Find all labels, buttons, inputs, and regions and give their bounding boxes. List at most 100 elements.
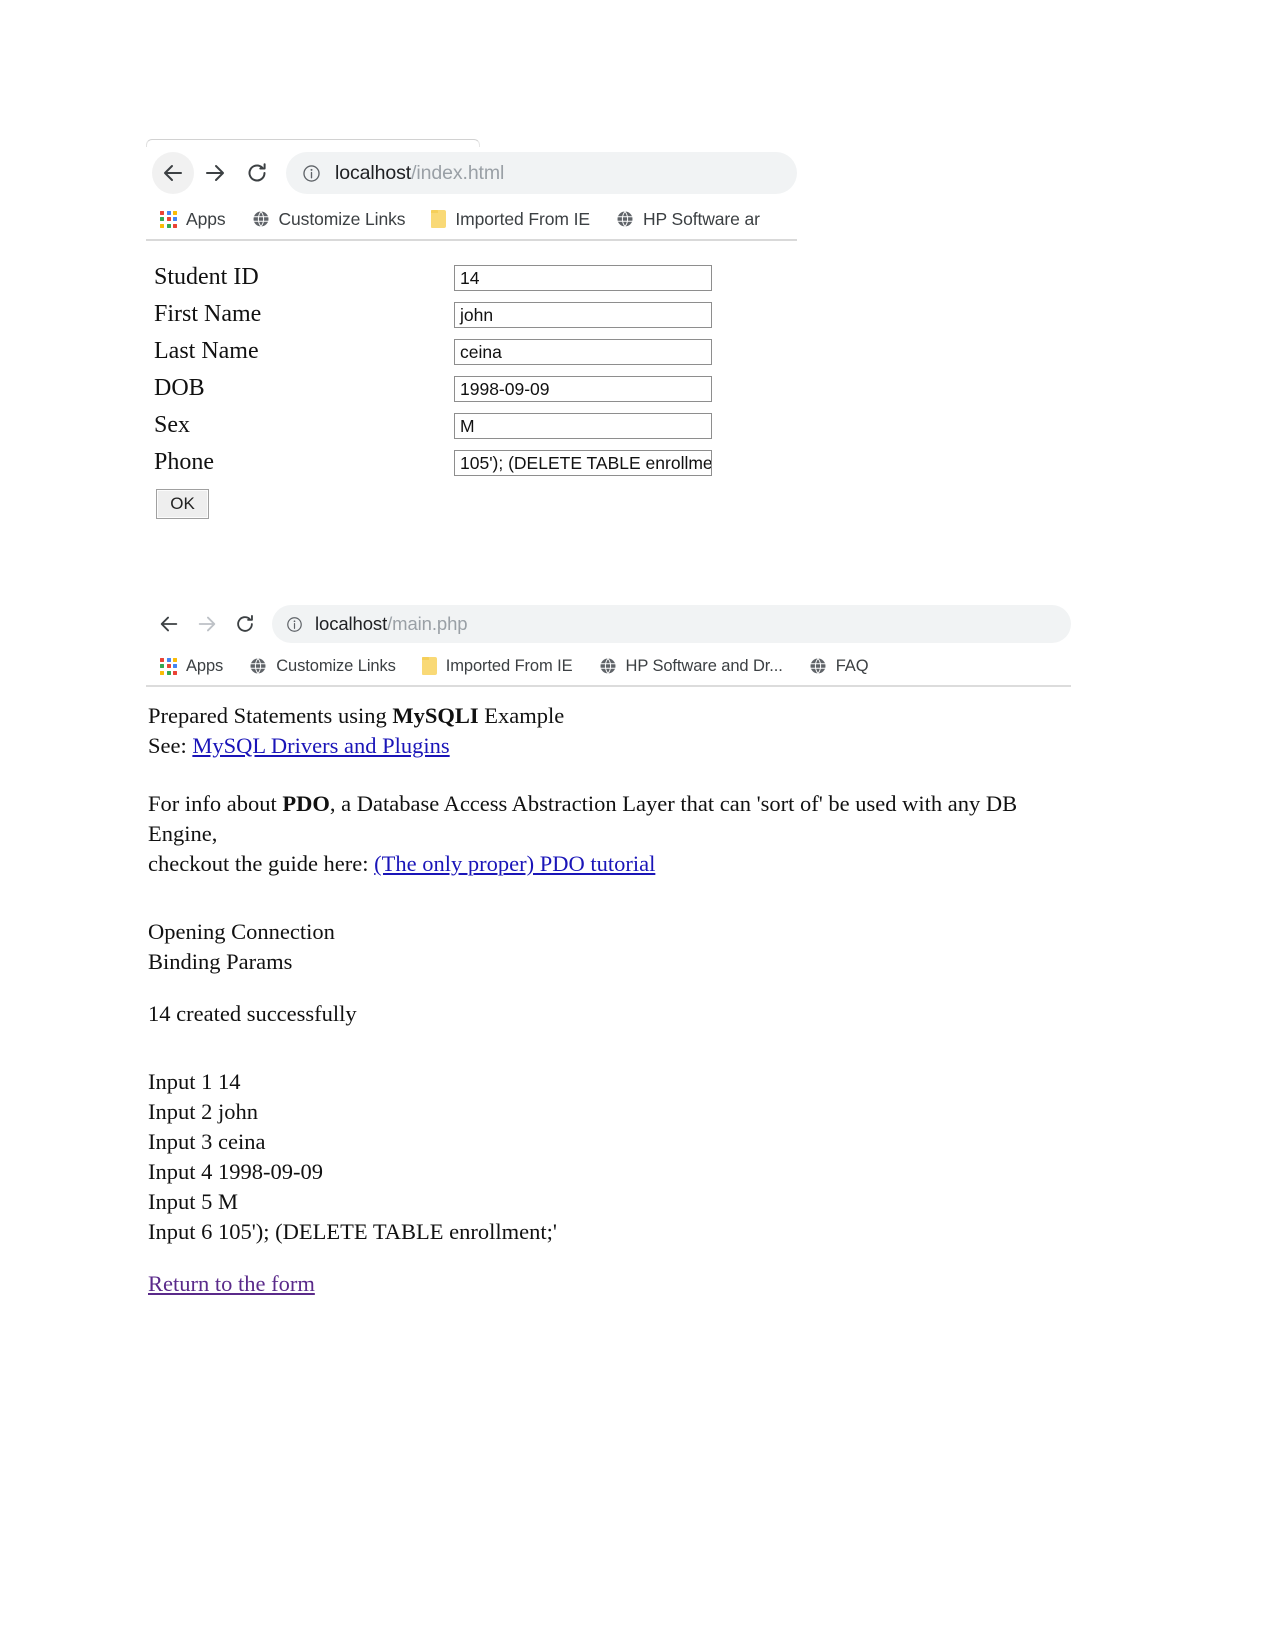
bookmark-label: FAQ bbox=[835, 656, 869, 675]
form-row-dob: DOB 1998-09-09 bbox=[154, 370, 797, 407]
info-circle-icon bbox=[303, 164, 320, 182]
browser-screenshot-index-html: localhost/index.html Apps Customize Link… bbox=[146, 139, 797, 519]
label-student-id: Student ID bbox=[154, 264, 259, 290]
bookmark-hp-software[interactable]: HP Software and Dr... bbox=[599, 657, 783, 676]
reload-button[interactable] bbox=[226, 605, 264, 643]
address-bar[interactable]: localhost/index.html bbox=[286, 152, 797, 194]
bookmark-label: Apps bbox=[186, 656, 224, 675]
bookmark-faq[interactable]: FAQ bbox=[809, 657, 869, 676]
form-row-last-name: Last Name ceina bbox=[154, 333, 797, 370]
browser-toolbar: localhost/main.php bbox=[146, 601, 1071, 647]
bookmark-hp-software[interactable]: HP Software ar bbox=[616, 209, 760, 230]
pdo-bold: PDO bbox=[282, 791, 330, 816]
bookmark-customize-links[interactable]: Customize Links bbox=[249, 657, 396, 676]
form-row-student-id: Student ID 14 bbox=[154, 259, 797, 296]
reload-icon bbox=[248, 163, 266, 182]
bookmark-label: Customize Links bbox=[278, 208, 406, 229]
ok-button[interactable]: OK bbox=[156, 489, 209, 519]
arrow-left-icon bbox=[164, 165, 182, 181]
globe-icon bbox=[617, 211, 633, 227]
arrow-left-icon bbox=[160, 616, 178, 632]
sex-input[interactable]: M bbox=[454, 412, 712, 439]
globe-icon bbox=[810, 658, 826, 674]
bookmark-label: Customize Links bbox=[276, 656, 396, 675]
apps-grid-icon bbox=[160, 210, 177, 228]
dob-input[interactable]: 1998-09-09 bbox=[454, 375, 712, 402]
pdo-pre: For info about bbox=[148, 791, 283, 816]
bookmark-label: Imported From IE bbox=[445, 656, 573, 675]
url-path: /index.html bbox=[411, 161, 505, 184]
first-name-input[interactable]: john bbox=[454, 301, 712, 328]
address-bar-text: localhost/main.php bbox=[315, 613, 468, 635]
bookmark-apps[interactable]: Apps bbox=[160, 657, 223, 676]
arrow-right-icon bbox=[198, 616, 216, 632]
reload-button[interactable] bbox=[236, 152, 278, 194]
address-bar[interactable]: localhost/main.php bbox=[272, 605, 1071, 643]
bookmark-imported-from-ie[interactable]: Imported From IE bbox=[421, 656, 573, 676]
pdo-line2-pre: checkout the guide here: bbox=[148, 851, 375, 876]
address-bar-text: localhost/index.html bbox=[335, 162, 504, 185]
input-echo-line: Input 6 105'); (DELETE TABLE enrollment;… bbox=[148, 1219, 557, 1244]
bookmark-imported-from-ie[interactable]: Imported From IE bbox=[431, 209, 590, 230]
mysql-drivers-link[interactable]: MySQL Drivers and Plugins bbox=[192, 733, 449, 758]
forward-button[interactable] bbox=[194, 152, 236, 194]
heading-mysqli: MySQLI bbox=[392, 703, 479, 728]
info-circle-icon bbox=[287, 616, 302, 632]
arrow-right-icon bbox=[206, 165, 224, 181]
label-dob: DOB bbox=[154, 375, 205, 401]
heading-prepared-statements: Prepared Statements using MySQLI Example bbox=[148, 701, 1071, 731]
form-row-sex: Sex M bbox=[154, 407, 797, 444]
phone-input[interactable]: 105'); (DELETE TABLE enrollment;' bbox=[454, 449, 712, 476]
url-host: localhost bbox=[315, 613, 388, 634]
status-opening-connection: Opening Connection bbox=[148, 919, 335, 944]
heading-pre: Prepared Statements using bbox=[148, 703, 393, 728]
last-name-input[interactable]: ceina bbox=[454, 338, 712, 365]
status-created-message: 14 created successfully bbox=[148, 1001, 357, 1026]
student-form: Student ID 14 First Name john Last Name … bbox=[146, 241, 797, 519]
globe-icon bbox=[600, 658, 616, 674]
bookmark-customize-links[interactable]: Customize Links bbox=[252, 208, 406, 230]
apps-grid-icon bbox=[160, 657, 177, 675]
input-echo-line: Input 5 M bbox=[148, 1189, 238, 1214]
folder-icon bbox=[421, 657, 437, 675]
url-host: localhost bbox=[335, 161, 412, 184]
back-button[interactable] bbox=[152, 152, 194, 194]
scanned-document-page: localhost/index.html Apps Customize Link… bbox=[0, 0, 1275, 1650]
student-id-input[interactable]: 14 bbox=[454, 264, 712, 291]
see-line: See: MySQL Drivers and Plugins bbox=[148, 731, 1071, 761]
url-path: /main.php bbox=[387, 613, 468, 634]
browser-toolbar: localhost/index.html bbox=[146, 147, 797, 199]
input-echo-line: Input 1 14 bbox=[148, 1069, 241, 1094]
bookmark-label: Imported From IE bbox=[455, 208, 590, 229]
form-row-phone: Phone 105'); (DELETE TABLE enrollment;' bbox=[154, 444, 797, 481]
input-echo-line: Input 4 1998-09-09 bbox=[148, 1159, 323, 1184]
label-sex: Sex bbox=[154, 412, 190, 438]
bookmarks-bar: Apps Customize Links Imported From IE HP… bbox=[146, 647, 1071, 687]
globe-icon bbox=[250, 658, 266, 674]
label-last-name: Last Name bbox=[154, 338, 259, 364]
browser-screenshot-main-php: localhost/main.php Apps Customize Links bbox=[146, 601, 1071, 1299]
pdo-tutorial-link[interactable]: (The only proper) PDO tutorial bbox=[374, 851, 655, 876]
heading-post: Example bbox=[478, 703, 565, 728]
pdo-paragraph-line1: For info about PDO, a Database Access Ab… bbox=[148, 789, 1071, 849]
input-echo-line: Input 3 ceina bbox=[148, 1129, 266, 1154]
bookmark-apps[interactable]: Apps bbox=[160, 209, 226, 230]
input-echo-line: Input 2 john bbox=[148, 1099, 258, 1124]
reload-icon bbox=[237, 615, 253, 632]
see-prefix: See: bbox=[148, 733, 193, 758]
bookmark-label: Apps bbox=[186, 208, 226, 229]
label-first-name: First Name bbox=[154, 301, 262, 327]
back-button[interactable] bbox=[150, 605, 188, 643]
return-to-form-link[interactable]: Return to the form bbox=[148, 1271, 315, 1296]
globe-icon bbox=[253, 211, 268, 227]
forward-button[interactable] bbox=[188, 605, 226, 643]
bookmark-label: HP Software ar bbox=[642, 208, 760, 229]
tab-strip bbox=[146, 139, 480, 147]
form-row-first-name: First Name john bbox=[154, 296, 797, 333]
label-phone: Phone bbox=[154, 449, 214, 475]
